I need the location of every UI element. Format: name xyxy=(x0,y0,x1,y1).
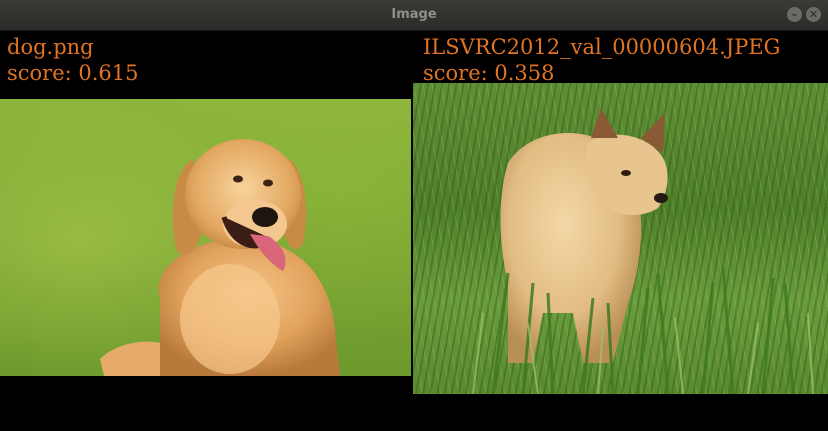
golden-retriever-photo xyxy=(0,99,411,376)
golden-retriever-illustration xyxy=(100,139,340,376)
window-title: Image xyxy=(391,7,437,22)
image-canvas: dog.png score: 0.615 ILSVRC2012_val_0000… xyxy=(0,31,828,431)
dog-in-grass-illustration xyxy=(472,108,814,394)
left-image-filename: dog.png xyxy=(7,35,94,59)
minimize-icon[interactable]: – xyxy=(787,7,802,22)
close-icon[interactable]: ✕ xyxy=(806,7,821,22)
window-titlebar[interactable]: Image – ✕ xyxy=(0,0,828,31)
dog-in-grass-photo xyxy=(413,83,828,394)
left-image-score: score: 0.615 xyxy=(7,61,139,85)
right-image-filename: ILSVRC2012_val_00000604.JPEG xyxy=(423,35,781,59)
